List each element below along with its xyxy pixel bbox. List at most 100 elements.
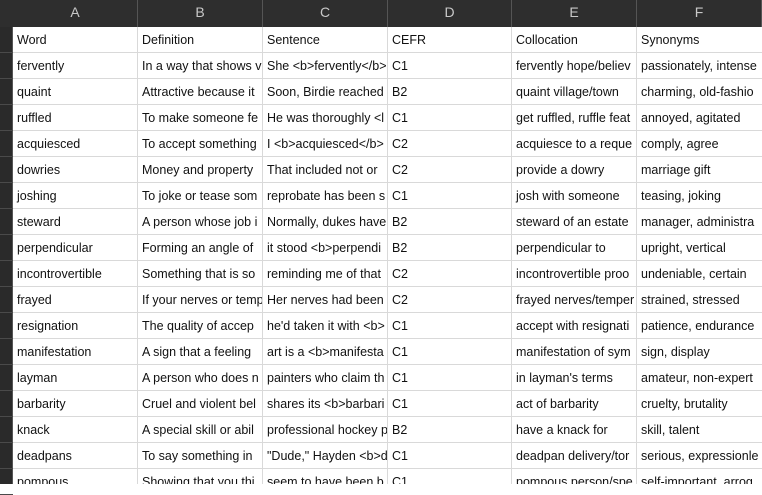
- table-cell[interactable]: B2: [388, 235, 512, 260]
- table-cell[interactable]: barbarity: [13, 391, 138, 416]
- table-cell[interactable]: layman: [13, 365, 138, 390]
- table-cell[interactable]: professional hockey p: [263, 417, 388, 442]
- table-cell[interactable]: shares its <b>barbari: [263, 391, 388, 416]
- table-cell[interactable]: C1: [388, 469, 512, 484]
- table-cell[interactable]: C1: [388, 53, 512, 78]
- table-cell[interactable]: quaint village/town: [512, 79, 637, 104]
- header-cell[interactable]: CEFR: [388, 27, 512, 52]
- column-header-c[interactable]: C: [263, 0, 388, 27]
- table-cell[interactable]: in layman's terms: [512, 365, 637, 390]
- table-cell[interactable]: charming, old-fashio: [637, 79, 762, 104]
- table-cell[interactable]: seem to have been b: [263, 469, 388, 484]
- column-header-d[interactable]: D: [388, 0, 512, 27]
- table-cell[interactable]: have a knack for: [512, 417, 637, 442]
- table-cell[interactable]: A special skill or abil: [138, 417, 263, 442]
- table-cell[interactable]: serious, expressionle: [637, 443, 762, 468]
- table-cell[interactable]: steward: [13, 209, 138, 234]
- table-cell[interactable]: To joke or tease som: [138, 183, 263, 208]
- table-cell[interactable]: A person who does n: [138, 365, 263, 390]
- table-cell[interactable]: B2: [388, 209, 512, 234]
- header-cell[interactable]: Collocation: [512, 27, 637, 52]
- table-cell[interactable]: skill, talent: [637, 417, 762, 442]
- table-cell[interactable]: C1: [388, 105, 512, 130]
- table-cell[interactable]: Attractive because it: [138, 79, 263, 104]
- table-cell[interactable]: acquiesced: [13, 131, 138, 156]
- table-cell[interactable]: get ruffled, ruffle feat: [512, 105, 637, 130]
- table-cell[interactable]: steward of an estate: [512, 209, 637, 234]
- header-cell[interactable]: Sentence: [263, 27, 388, 52]
- table-cell[interactable]: acquiesce to a reque: [512, 131, 637, 156]
- header-cell[interactable]: Definition: [138, 27, 263, 52]
- table-cell[interactable]: act of barbarity: [512, 391, 637, 416]
- table-cell[interactable]: A sign that a feeling: [138, 339, 263, 364]
- table-cell[interactable]: dowries: [13, 157, 138, 182]
- table-cell[interactable]: perpendicular: [13, 235, 138, 260]
- table-cell[interactable]: C2: [388, 131, 512, 156]
- column-header-e[interactable]: E: [512, 0, 637, 27]
- table-cell[interactable]: Something that is so: [138, 261, 263, 286]
- table-cell[interactable]: To accept something: [138, 131, 263, 156]
- table-cell[interactable]: If your nerves or temp: [138, 287, 263, 312]
- table-cell[interactable]: upright, vertical: [637, 235, 762, 260]
- table-cell[interactable]: frayed: [13, 287, 138, 312]
- table-cell[interactable]: marriage gift: [637, 157, 762, 182]
- table-cell[interactable]: he'd taken it with <b>: [263, 313, 388, 338]
- table-cell[interactable]: To make someone fe: [138, 105, 263, 130]
- table-cell[interactable]: He was thoroughly <l: [263, 105, 388, 130]
- table-cell[interactable]: it stood <b>perpendi: [263, 235, 388, 260]
- table-cell[interactable]: deadpans: [13, 443, 138, 468]
- table-cell[interactable]: annoyed, agitated: [637, 105, 762, 130]
- table-cell[interactable]: Money and property: [138, 157, 263, 182]
- table-cell[interactable]: joshing: [13, 183, 138, 208]
- table-cell[interactable]: deadpan delivery/tor: [512, 443, 637, 468]
- table-cell[interactable]: undeniable, certain: [637, 261, 762, 286]
- table-cell[interactable]: art is a <b>manifesta: [263, 339, 388, 364]
- table-cell[interactable]: ruffled: [13, 105, 138, 130]
- table-cell[interactable]: C1: [388, 391, 512, 416]
- table-cell[interactable]: self-important, arrog: [637, 469, 762, 484]
- table-cell[interactable]: pompous person/spe: [512, 469, 637, 484]
- table-cell[interactable]: Soon, Birdie reached: [263, 79, 388, 104]
- table-cell[interactable]: "Dude," Hayden <b>d: [263, 443, 388, 468]
- table-cell[interactable]: incontrovertible proo: [512, 261, 637, 286]
- table-cell[interactable]: C1: [388, 365, 512, 390]
- table-cell[interactable]: C2: [388, 261, 512, 286]
- table-cell[interactable]: manifestation: [13, 339, 138, 364]
- column-header-f[interactable]: F: [637, 0, 762, 27]
- header-cell[interactable]: Word: [13, 27, 138, 52]
- table-cell[interactable]: reprobate has been s: [263, 183, 388, 208]
- table-cell[interactable]: I <b>acquiesced</b>: [263, 131, 388, 156]
- table-cell[interactable]: C2: [388, 157, 512, 182]
- table-cell[interactable]: provide a dowry: [512, 157, 637, 182]
- table-cell[interactable]: The quality of accep: [138, 313, 263, 338]
- table-cell[interactable]: To say something in: [138, 443, 263, 468]
- table-cell[interactable]: patience, endurance: [637, 313, 762, 338]
- header-cell[interactable]: Synonyms: [637, 27, 762, 52]
- table-cell[interactable]: C1: [388, 443, 512, 468]
- table-cell[interactable]: manager, administra: [637, 209, 762, 234]
- table-cell[interactable]: Forming an angle of: [138, 235, 263, 260]
- table-cell[interactable]: B2: [388, 417, 512, 442]
- table-cell[interactable]: comply, agree: [637, 131, 762, 156]
- table-cell[interactable]: Normally, dukes have: [263, 209, 388, 234]
- table-cell[interactable]: Cruel and violent bel: [138, 391, 263, 416]
- table-cell[interactable]: knack: [13, 417, 138, 442]
- table-cell[interactable]: C2: [388, 287, 512, 312]
- table-cell[interactable]: C1: [388, 339, 512, 364]
- table-cell[interactable]: passionately, intense: [637, 53, 762, 78]
- table-cell[interactable]: B2: [388, 79, 512, 104]
- table-cell[interactable]: painters who claim th: [263, 365, 388, 390]
- table-cell[interactable]: Showing that you thi: [138, 469, 263, 484]
- table-cell[interactable]: A person whose job i: [138, 209, 263, 234]
- table-cell[interactable]: teasing, joking: [637, 183, 762, 208]
- column-header-a[interactable]: A: [13, 0, 138, 27]
- table-cell[interactable]: amateur, non-expert: [637, 365, 762, 390]
- table-cell[interactable]: C1: [388, 313, 512, 338]
- table-cell[interactable]: manifestation of sym: [512, 339, 637, 364]
- table-cell[interactable]: In a way that shows v: [138, 53, 263, 78]
- table-cell[interactable]: accept with resignati: [512, 313, 637, 338]
- table-cell[interactable]: frayed nerves/temper: [512, 287, 637, 312]
- table-cell[interactable]: pompous: [13, 469, 138, 484]
- table-cell[interactable]: quaint: [13, 79, 138, 104]
- select-all-corner[interactable]: [0, 0, 14, 27]
